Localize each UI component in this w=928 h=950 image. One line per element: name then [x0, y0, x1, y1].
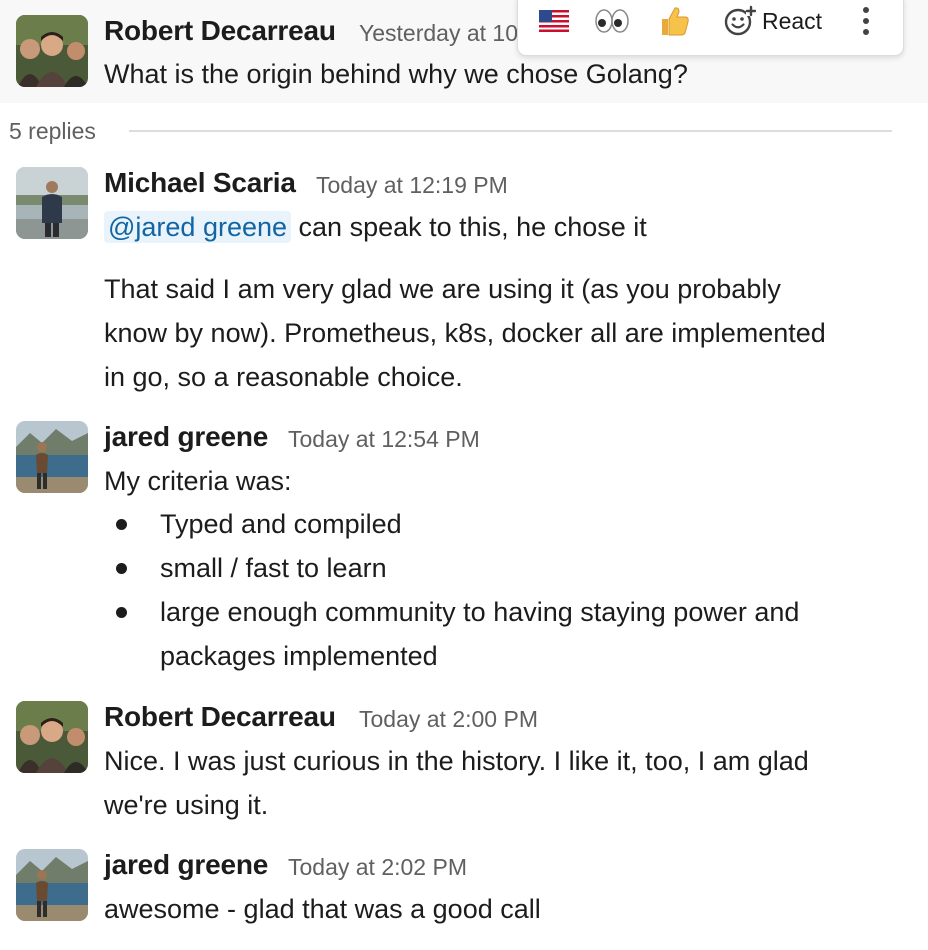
reply-timestamp[interactable]: Today at 2:02 PM [288, 850, 467, 884]
divider-line [129, 130, 892, 132]
bullet-dot [116, 519, 127, 530]
avatar-photo-group [16, 15, 88, 87]
avatar-photo-lake [16, 849, 88, 921]
more-actions-icon [863, 7, 869, 35]
reply-timestamp[interactable]: Today at 12:54 PM [288, 422, 480, 456]
reply-message-line: My criteria was: [104, 466, 292, 496]
reply-timestamp[interactable]: Today at 2:00 PM [359, 702, 538, 736]
bullet-dot [116, 607, 127, 618]
reply-message-line: we're using it. [104, 790, 269, 820]
avatar-jared-greene[interactable] [16, 849, 88, 921]
list-item-continuation: packages implemented [160, 641, 438, 671]
more-actions-button[interactable] [848, 1, 884, 41]
add-reaction-icon [724, 5, 756, 36]
list-item: Typed and compiled [104, 502, 904, 546]
message-text: can speak to this, he chose it [291, 212, 647, 242]
reply-author-name[interactable]: Michael Scaria [104, 166, 296, 200]
user-mention-link[interactable]: @jared greene [104, 211, 292, 243]
replies-divider: 5 replies [9, 114, 894, 148]
flag-us-icon [539, 10, 569, 32]
replies-count: 5 replies [9, 118, 96, 144]
reply-author-name[interactable]: jared greene [104, 848, 268, 882]
bullet-dot [116, 563, 127, 574]
reply-author-name[interactable]: jared greene [104, 420, 268, 454]
avatar-michael-scaria[interactable] [16, 167, 88, 239]
thumbs-up-emoji[interactable] [652, 1, 696, 41]
reply-message-line: @jared greene can speak to this, he chos… [104, 205, 647, 249]
reply-message-line: That said I am very glad we are using it… [104, 274, 781, 304]
parent-timestamp[interactable]: Yesterday at 10 [359, 16, 518, 50]
list-item: large enough community to having staying… [104, 590, 904, 634]
flag-us-emoji[interactable] [534, 1, 574, 41]
reply-author-name[interactable]: Robert Decarreau [104, 700, 336, 734]
reply-timestamp[interactable]: Today at 12:19 PM [316, 168, 508, 202]
reply-message-line: Nice. I was just curious in the history.… [104, 746, 809, 776]
avatar-photo-person [16, 167, 88, 239]
avatar-robert-decarreau[interactable] [16, 701, 88, 773]
reply-message-line: awesome - glad that was a good call [104, 894, 541, 924]
criteria-list: Typed and compiled small / fast to learn… [104, 502, 904, 678]
parent-message-text: What is the origin behind why we chose G… [104, 59, 688, 89]
avatar-photo-lake [16, 421, 88, 493]
avatar-photo-group [16, 701, 88, 773]
reply-message-line: in go, so a reasonable choice. [104, 362, 463, 392]
parent-author-name[interactable]: Robert Decarreau [104, 14, 336, 48]
add-reaction-button[interactable]: React [718, 1, 828, 41]
eyes-icon [595, 9, 629, 33]
reply-message-line: know by now). Prometheus, k8s, docker al… [104, 318, 826, 348]
eyes-emoji[interactable] [590, 1, 634, 41]
avatar-jared-greene[interactable] [16, 421, 88, 493]
avatar-robert-decarreau[interactable] [16, 15, 88, 87]
react-label: React [761, 7, 823, 34]
list-item: small / fast to learn [104, 546, 904, 590]
thumbs-up-icon [662, 7, 689, 36]
message-actions-toolbar: React [517, 0, 904, 56]
